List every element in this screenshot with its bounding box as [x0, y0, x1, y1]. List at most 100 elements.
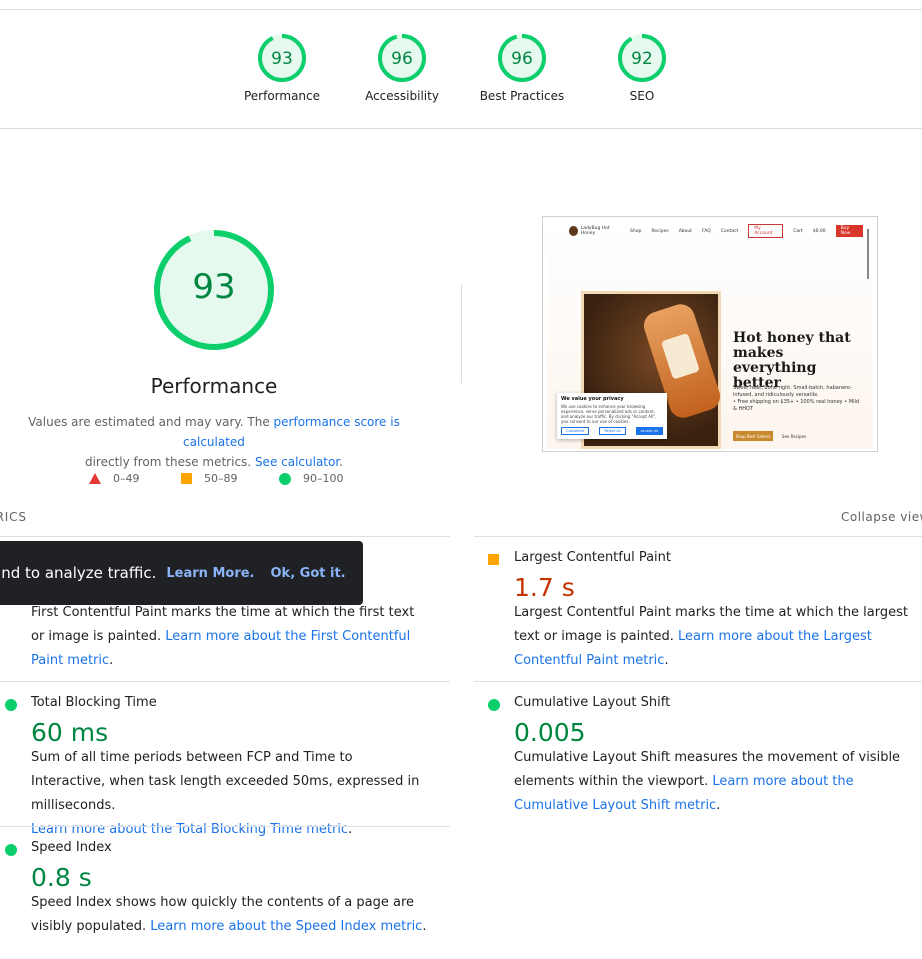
metric-divider — [474, 681, 922, 682]
final-screenshot[interactable]: LadyBug Hot Honey Shop Recipes About FAQ… — [542, 216, 878, 452]
top-divider — [0, 9, 922, 10]
square-icon — [181, 473, 192, 484]
metrics-header: METRICS Collapse view — [0, 510, 922, 526]
thumb-subline: Sweet heat, done right. Small-batch, hab… — [733, 385, 863, 413]
metric-desc-end: . — [109, 653, 114, 668]
metric-desc-end: . — [422, 919, 427, 934]
thumb-buy: Buy Now — [835, 225, 863, 237]
note-text: Values are estimated and may vary. The — [28, 415, 274, 429]
gauge-accessibility[interactable]: 96 Accessibility — [347, 33, 457, 103]
metric-desc-end: . — [716, 798, 721, 813]
gauge-score: 92 — [631, 49, 653, 69]
triangle-icon — [89, 473, 101, 484]
toast-text: and to analyze traffic. — [0, 564, 157, 582]
thumb-nav-item: About — [678, 228, 693, 234]
note-text: directly from these metrics. — [84, 455, 255, 469]
thumb-scrollbar — [867, 229, 869, 279]
legend-fail-label: 0–49 — [113, 472, 140, 485]
metric-description: Cumulative Layout Shift measures the mov… — [514, 746, 918, 818]
si-learn-more-link[interactable]: Learn more about the Speed Index metric — [150, 919, 422, 934]
gauge-ring-icon: 96 — [498, 34, 546, 82]
thumb-nav-item: Recipes — [651, 228, 669, 234]
thumb-nav-item: Shop — [630, 228, 642, 234]
thumb-recipes-button: See Recipes — [781, 433, 807, 439]
thumb-nav: LadyBug Hot Honey Shop Recipes About FAQ… — [547, 221, 873, 241]
metric-description: Speed Index shows how quickly the conten… — [31, 891, 435, 939]
metric-desc-end: . — [348, 822, 353, 837]
metrics-heading: METRICS — [0, 510, 27, 524]
gauge-best-practices[interactable]: 96 Best Practices — [467, 33, 577, 103]
summary-divider — [0, 128, 922, 129]
gauge-score: 96 — [511, 49, 533, 69]
metrics-header-divider — [0, 536, 450, 537]
score-note: Values are estimated and may vary. The p… — [0, 412, 428, 472]
thumb-cart-amount: $0.00 — [812, 228, 826, 234]
metric-value: 1.7 s — [514, 573, 575, 602]
performance-score: 93 — [192, 267, 235, 307]
metric-desc-text: Sum of all time periods between FCP and … — [31, 750, 420, 813]
thumb-brand: LadyBug Hot Honey — [580, 226, 610, 236]
thumb-privacy-text: We use cookies to enhance your browsing … — [561, 404, 657, 424]
thumb-accept: Accept All — [635, 427, 663, 435]
metric-divider — [0, 826, 450, 827]
metric-value: 0.8 s — [31, 863, 92, 892]
thumb-privacy-banner: We value your privacy We use cookies to … — [557, 393, 667, 439]
metric-value: 60 ms — [31, 718, 109, 747]
tbt-learn-more-link[interactable]: Learn more about the Total Blocking Time… — [31, 822, 348, 837]
thumb-subline-text: Sweet heat, done right. Small-batch, hab… — [733, 385, 853, 398]
screenshot-content: LadyBug Hot Honey Shop Recipes About FAQ… — [547, 221, 873, 449]
thumb-customize: Customize — [561, 427, 590, 435]
thumb-account: My Account — [748, 224, 784, 238]
vertical-divider — [461, 285, 462, 383]
thumb-privacy-title: We value your privacy — [561, 396, 624, 402]
gauge-score: 93 — [271, 49, 293, 69]
gauge-ring-icon: 93 — [154, 230, 274, 350]
thumb-bullets: • Free shipping on $35+ • 100% real hone… — [733, 399, 860, 412]
circle-icon — [279, 472, 291, 485]
thumb-reject: Reject All — [599, 427, 626, 435]
legend-fail: 0–49 — [89, 472, 140, 485]
legend-pass: 90–100 — [279, 472, 344, 485]
toast-learn-more-button[interactable]: Learn More. — [166, 566, 254, 581]
cookie-toast: and to analyze traffic. Learn More. Ok, … — [0, 541, 363, 605]
performance-title: Performance — [150, 374, 278, 398]
metric-title: Cumulative Layout Shift — [514, 695, 671, 710]
metric-desc-end: . — [664, 653, 669, 668]
thumb-privacy-buttons: Customize Reject All Accept All — [561, 427, 663, 435]
pass-circle-icon — [5, 699, 17, 711]
gauge-seo[interactable]: 92 SEO — [587, 33, 697, 103]
gauge-performance[interactable]: 93 Performance — [227, 33, 337, 103]
metric-description: First Contentful Paint marks the time at… — [31, 601, 421, 673]
gauge-ring-icon: 93 — [258, 34, 306, 82]
gauge-label: Performance — [243, 89, 321, 103]
pass-circle-icon — [5, 844, 17, 856]
thumb-headline: Hot honey that makes everything better — [733, 330, 851, 391]
metric-value: 0.005 — [514, 718, 586, 747]
bottle-label — [660, 332, 700, 380]
average-square-icon — [488, 554, 499, 565]
pass-circle-icon — [488, 699, 500, 711]
metrics-header-divider — [474, 536, 922, 537]
thumb-cart: Cart — [793, 228, 803, 234]
legend-average-label: 50–89 — [204, 472, 238, 485]
gauge-label: Best Practices — [479, 89, 565, 103]
metric-title: Largest Contentful Paint — [514, 550, 672, 565]
gauge-ring-icon: 92 — [618, 34, 666, 82]
collapse-view-toggle[interactable]: Collapse view — [841, 510, 922, 524]
metric-divider — [0, 681, 450, 682]
gauge-label: Accessibility — [365, 89, 439, 103]
gauge-ring-icon: 96 — [378, 34, 426, 82]
thumb-nav-item: Contact — [720, 228, 739, 234]
legend-pass-label: 90–100 — [303, 472, 344, 485]
toast-ok-button[interactable]: Ok, Got it. — [271, 566, 346, 581]
metric-description: Sum of all time periods between FCP and … — [31, 746, 421, 842]
legend-average: 50–89 — [181, 472, 238, 485]
metric-title: Speed Index — [31, 840, 112, 855]
note-text: . — [339, 455, 344, 469]
performance-gauge: 93 — [150, 226, 278, 354]
metric-title: Total Blocking Time — [31, 695, 157, 710]
metric-description: Largest Contentful Paint marks the time … — [514, 601, 918, 673]
see-calculator-link[interactable]: See calculator — [255, 455, 339, 469]
thumb-nav-item: FAQ — [702, 228, 711, 234]
gauge-score: 96 — [391, 49, 413, 69]
